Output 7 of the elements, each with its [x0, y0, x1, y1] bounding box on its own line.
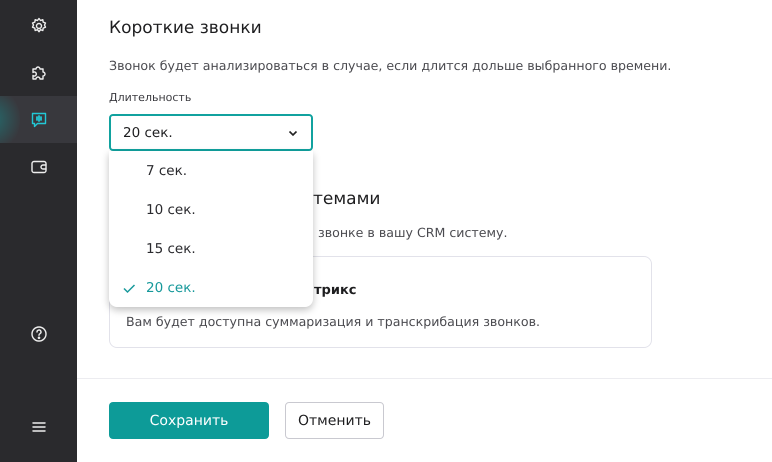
section-description: Звонок будет анализироваться в случае, если длится дольше выбранного времени.: [109, 58, 672, 73]
section-title: темами: [313, 189, 382, 209]
card-title: трикс: [314, 283, 356, 298]
section-description: звонке в вашу CRM систему.: [317, 225, 508, 240]
card-description: Вам будет доступна суммаризация и транскрибация звонков.: [126, 314, 542, 329]
section-title: Короткие звонки: [109, 18, 263, 38]
field-label: Длительность: [109, 91, 192, 104]
